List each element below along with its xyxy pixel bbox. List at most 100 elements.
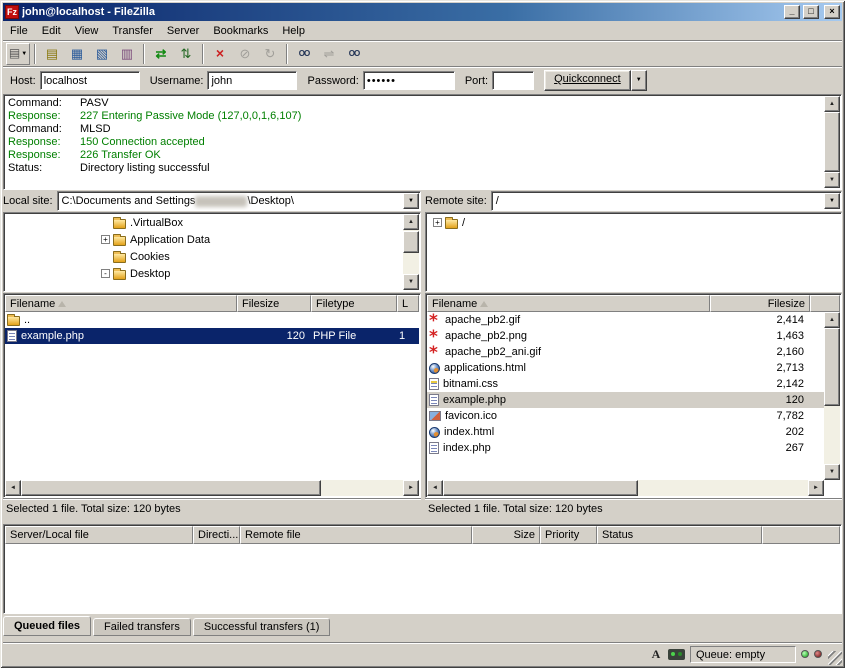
refresh-icon[interactable]: ⇄ [149,43,173,65]
process-queue-icon[interactable]: ⇅ [174,43,198,65]
remote-file-row[interactable]: apache_pb2.gif2,414 [427,312,824,328]
tab-successful-transfers[interactable]: Successful transfers (1) [193,618,331,636]
queue-empty-area [5,544,840,612]
queue-column-direction[interactable]: Directi... [193,526,240,544]
queue-column-size[interactable]: Size [472,526,540,544]
local-column-filename[interactable]: Filename [5,295,237,312]
scroll-left-icon[interactable]: ◄ [5,480,21,496]
filezilla-window: Fz john@localhost - FileZilla _ □ × File… [0,0,845,668]
scroll-down-icon[interactable]: ▼ [403,274,419,290]
scroll-right-icon[interactable]: ► [808,480,824,496]
menu-edit[interactable]: Edit [35,23,68,39]
menu-transfer[interactable]: Transfer [105,23,160,39]
message-log: Command:PASV Response:227 Entering Passi… [3,94,842,190]
remote-column-filename[interactable]: Filename [427,295,710,312]
remote-column-filesize[interactable]: Filesize [710,295,810,312]
queue-column-status[interactable]: Status [597,526,762,544]
scroll-thumb[interactable] [443,480,638,496]
synchronized-browsing-icon[interactable]: ⇌ [317,43,341,65]
scroll-thumb[interactable] [824,328,840,406]
toggle-remote-tree-icon[interactable]: ▧ [90,43,114,65]
quickconnect-dropdown-icon[interactable]: ▼ [631,70,647,91]
remote-file-row[interactable]: index.php267 [427,440,824,456]
remote-file-row-selected[interactable]: example.php120 [427,392,824,408]
toggle-local-tree-icon[interactable]: ▦ [65,43,89,65]
tree-item-root[interactable]: +/ [427,214,840,231]
cancel-icon[interactable]: × [208,43,232,65]
port-input[interactable] [492,71,534,90]
menu-help[interactable]: Help [275,23,312,39]
scroll-up-icon[interactable]: ▲ [824,312,840,328]
scroll-thumb[interactable] [824,112,840,172]
disconnect-glyph: ⊘ [240,47,251,60]
tree-item-application-data[interactable]: +Application Data [5,231,403,248]
message-log-lines: Command:PASV Response:227 Entering Passi… [5,96,824,188]
local-site-dropdown-icon[interactable]: ▼ [403,193,419,209]
scroll-right-icon[interactable]: ► [403,480,419,496]
local-column-last-modified[interactable]: L [397,295,419,312]
password-input[interactable] [363,71,455,90]
transfer-type-indicator-icon[interactable]: A [649,647,663,661]
remote-file-row[interactable]: applications.html2,713 [427,360,824,376]
tree-item-desktop[interactable]: -Desktop [5,265,403,282]
tab-queued-files[interactable]: Queued files [3,616,91,636]
remote-site-combo[interactable]: / ▼ [491,191,842,211]
toggle-message-log-icon[interactable]: ▤ [40,43,64,65]
remote-site-dropdown-icon[interactable]: ▼ [824,193,840,209]
find-files-icon[interactable]: OO [342,43,366,65]
scroll-left-icon[interactable]: ◄ [427,480,443,496]
toggle-queue-icon[interactable]: ▥ [115,43,139,65]
css-file-icon [429,378,439,390]
scroll-thumb[interactable] [21,480,321,496]
local-tree-scrollbar[interactable]: ▲ ▼ [403,214,419,290]
host-input[interactable] [40,71,140,90]
disconnect-icon[interactable]: ⊘ [233,43,257,65]
image-file-icon [429,330,441,342]
directory-comparison-icon[interactable]: OO [292,43,316,65]
minimize-button[interactable]: _ [784,5,800,19]
local-file-row-selected[interactable]: example.php 120 PHP File 1 [5,328,419,344]
local-column-filetype[interactable]: Filetype [311,295,397,312]
local-site-combo[interactable]: C:\Documents and Settings\Desktop\ ▼ [57,191,421,211]
scroll-up-icon[interactable]: ▲ [824,96,840,112]
site-manager-icon[interactable]: ▤ ▼ [6,43,30,65]
collapse-icon[interactable]: - [101,269,110,278]
menu-view[interactable]: View [68,23,106,39]
remote-file-row[interactable]: apache_pb2_ani.gif2,160 [427,344,824,360]
scroll-down-icon[interactable]: ▼ [824,464,840,480]
queue-column-server-local-file[interactable]: Server/Local file [5,526,193,544]
local-column-filesize[interactable]: Filesize [237,295,311,312]
log-scrollbar[interactable]: ▲ ▼ [824,96,840,188]
encryption-status-icon[interactable] [668,649,685,660]
menu-server[interactable]: Server [160,23,206,39]
local-hscrollbar[interactable]: ◄ ► [5,480,419,496]
image-file-icon [429,314,441,326]
remote-vscrollbar[interactable]: ▲ ▼ [824,312,840,480]
resize-grip[interactable] [828,651,842,665]
log-message: MLSD [80,123,111,135]
tree-item-cookies[interactable]: Cookies [5,248,403,265]
menu-bookmarks[interactable]: Bookmarks [206,23,275,39]
quickconnect-button[interactable]: Quickconnect [544,70,631,91]
username-input[interactable] [207,71,297,90]
remote-file-row[interactable]: index.html202 [427,424,824,440]
local-file-row-parent[interactable]: .. [5,312,419,328]
remote-hscrollbar[interactable]: ◄ ► [427,480,824,496]
remote-file-row[interactable]: favicon.ico7,782 [427,408,824,424]
close-button[interactable]: × [824,5,840,19]
remote-file-row[interactable]: apache_pb2.png1,463 [427,328,824,344]
queue-column-priority[interactable]: Priority [540,526,597,544]
site-manager-dropdown-icon[interactable]: ▼ [21,51,27,57]
tree-item-virtualbox[interactable]: .VirtualBox [5,214,403,231]
scroll-down-icon[interactable]: ▼ [824,172,840,188]
maximize-button[interactable]: □ [803,5,819,19]
queue-column-remote-file[interactable]: Remote file [240,526,472,544]
expand-icon[interactable]: + [433,218,442,227]
menu-file[interactable]: File [3,23,35,39]
remote-file-row[interactable]: bitnami.css2,142 [427,376,824,392]
expand-icon[interactable]: + [101,235,110,244]
scroll-up-icon[interactable]: ▲ [403,214,419,230]
reconnect-icon[interactable]: ↻ [258,43,282,65]
tab-failed-transfers[interactable]: Failed transfers [93,618,191,636]
scroll-thumb[interactable] [403,231,419,253]
